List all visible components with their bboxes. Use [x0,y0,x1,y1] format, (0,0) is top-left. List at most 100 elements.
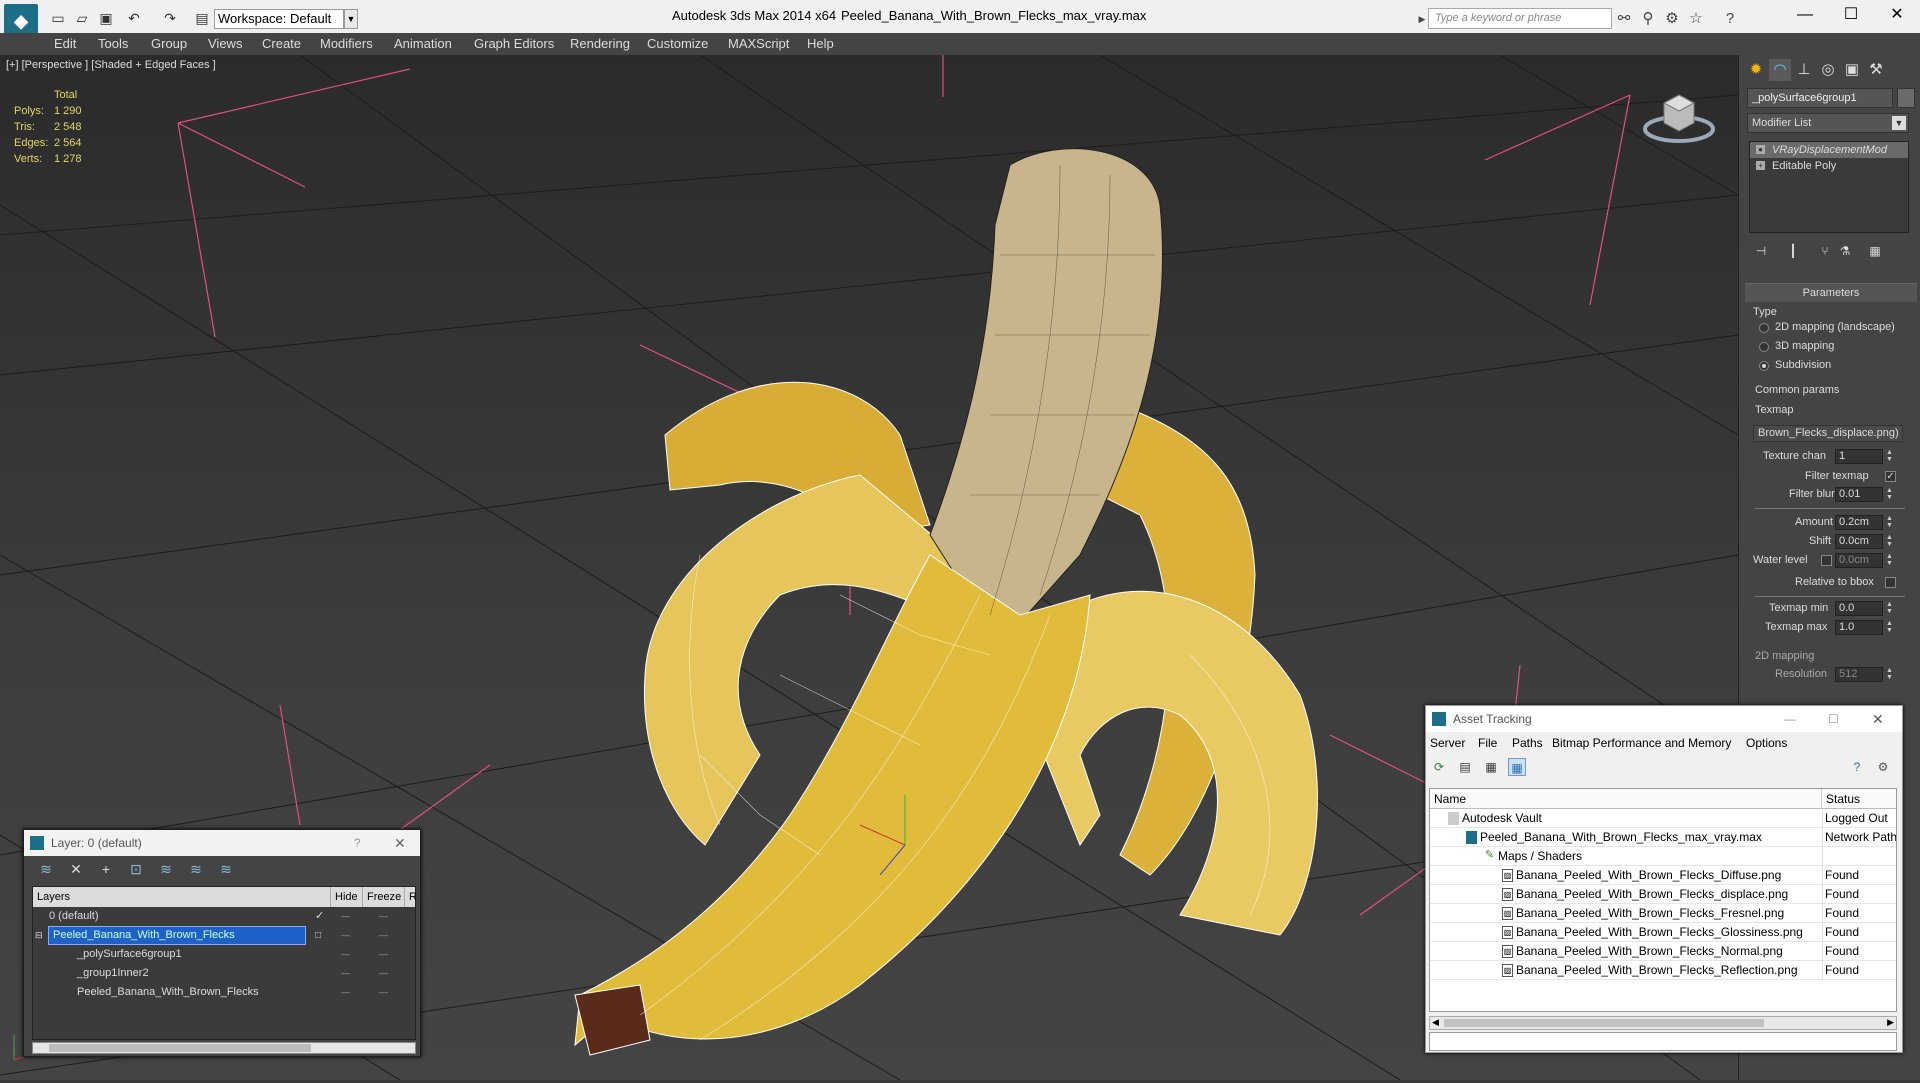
object-name-field[interactable]: _polySurface6group1 [1747,88,1893,108]
hierarchy-tab-icon[interactable]: ⊥ [1793,59,1815,81]
layer-row[interactable]: _polySurface6group1 — — [33,945,415,964]
menu-group[interactable]: Group [151,36,187,51]
object-name[interactable]: _group1Inner2 [73,965,149,982]
utilities-tab-icon[interactable]: ⚒ [1865,59,1887,81]
column-freeze[interactable]: Freeze [363,887,405,907]
asset-name[interactable]: ✎ Maps / Shaders [1484,847,1582,866]
asset-name[interactable]: ▨ Banana_Peeled_With_Brown_Flecks_Diffuse… [1502,866,1781,885]
hide-all-icon[interactable]: ≋ [186,860,206,878]
configure-sets-icon[interactable]: ▦ [1865,241,1885,261]
object-name[interactable]: Peeled_Banana_With_Brown_Flecks [73,984,259,1001]
asset-name[interactable]: ▨ Banana_Peeled_With_Brown_Flecks_Normal.… [1502,942,1783,961]
modify-tab-icon[interactable]: ◠ [1769,59,1791,81]
column-status[interactable]: Status [1822,789,1896,809]
help-icon[interactable]: ? [1848,758,1866,776]
binoculars-icon[interactable]: ⚯ [1614,9,1634,29]
menu-paths[interactable]: Paths [1512,736,1543,750]
banana-model[interactable] [574,148,1318,1056]
close-button[interactable]: ✕ [1874,0,1920,30]
community-icon[interactable]: ⚙ [1662,9,1682,29]
hide-toggle[interactable]: — [341,926,350,945]
horizontal-scrollbar[interactable]: ◀ ▶ [1429,1016,1897,1030]
modifier-list-dropdown[interactable]: Modifier List ▼ [1747,113,1909,133]
asset-name[interactable]: Peeled_Banana_With_Brown_Flecks_max_vray… [1466,828,1762,847]
freeze-toggle[interactable]: — [379,945,388,964]
pin-stack-icon[interactable]: ⊣ [1751,241,1771,261]
hide-toggle[interactable]: — [341,964,350,983]
menu-modifiers[interactable]: Modifiers [320,36,373,51]
table-view-icon[interactable]: ▦ [1508,758,1526,776]
maximize-button[interactable]: ☐ [1828,706,1839,732]
display-tab-icon[interactable]: ▣ [1841,59,1863,81]
asset-path-field[interactable] [1429,1032,1897,1051]
help-button[interactable]: ? [354,830,361,856]
viewport-label[interactable]: [+] [Perspective ] [Shaded + Edged Faces… [6,59,216,71]
menu-graph-editors[interactable]: Graph Editors [474,36,554,51]
object-color-swatch[interactable] [1897,88,1915,108]
menu-maxscript[interactable]: MAXScript [728,36,789,51]
remove-modifier-icon[interactable]: ⚗ [1835,241,1855,261]
select-objects-icon[interactable]: ⊡ [126,860,146,878]
spinner-arrows-icon[interactable]: ▲ ▼ [1885,449,1894,464]
layer-name[interactable]: 0 (default) [45,908,99,925]
undo-icon[interactable]: ↶ [124,9,144,27]
asset-name[interactable]: Autodesk Vault [1448,809,1542,828]
horizontal-scrollbar[interactable] [32,1042,416,1054]
search-icon[interactable]: ⚲ [1638,9,1658,29]
close-button[interactable]: ✕ [1872,706,1884,732]
asset-name[interactable]: ▨ Banana_Peeled_With_Brown_Flecks_Glossin… [1502,923,1803,942]
asset-window-titlebar[interactable]: Asset Tracking — ☐ ✕ [1426,706,1902,732]
hide-toggle[interactable]: — [341,983,350,1002]
hide-toggle[interactable]: — [341,945,350,964]
redo-icon[interactable]: ↷ [160,9,180,27]
menu-customize[interactable]: Customize [647,36,708,51]
menu-rendering[interactable]: Rendering [570,36,630,51]
asset-row[interactable]: ✎ Maps / Shaders [1430,847,1896,866]
expand-plus-icon[interactable]: + [1756,161,1765,170]
asset-row[interactable]: ▨ Banana_Peeled_With_Brown_Flecks_displac… [1430,885,1896,904]
radio-2d-mapping[interactable] [1759,323,1769,333]
settings-icon[interactable]: ⚙ [1874,758,1892,776]
stack-item-editable-poly[interactable]: + Editable Poly [1750,158,1908,174]
stack-item-vray-displacement[interactable]: ● VRayDisplacementMod [1750,142,1908,158]
save-icon[interactable]: ▣ [96,9,116,27]
search-input[interactable]: Type a keyword or phrase [1428,8,1612,29]
radio-3d-mapping[interactable] [1759,342,1769,352]
chevron-down-icon[interactable]: ▼ [344,9,358,29]
list-view-icon[interactable]: ▤ [1456,758,1474,776]
menu-server[interactable]: Server [1430,736,1465,750]
menu-animation[interactable]: Animation [394,36,452,51]
asset-name[interactable]: ▨ Banana_Peeled_With_Brown_Flecks_displac… [1502,885,1788,904]
asset-row[interactable]: Peeled_Banana_With_Brown_Flecks_max_vray… [1430,828,1896,847]
column-layers[interactable]: Layers [33,887,331,907]
filter-texmap-checkbox[interactable]: ✓ [1885,471,1896,482]
object-name[interactable]: _polySurface6group1 [73,946,182,963]
asset-row[interactable]: ▨ Banana_Peeled_With_Brown_Flecks_Reflect… [1430,961,1896,980]
relative-bbox-checkbox[interactable] [1885,577,1896,588]
scroll-left-icon[interactable]: ◀ [1432,1017,1439,1028]
layer-row[interactable]: _group1Inner2 — — [33,964,415,983]
asset-row[interactable]: ▨ Banana_Peeled_With_Brown_Flecks_Fresnel… [1430,904,1896,923]
filter-blur-spinner[interactable]: 0.01 [1835,487,1883,502]
menu-options[interactable]: Options [1746,736,1787,750]
column-hide[interactable]: Hide [331,887,363,907]
make-unique-icon[interactable]: ⑂ [1815,241,1835,261]
create-layer-icon[interactable]: ≋ [36,860,56,878]
collapse-icon[interactable]: ⊟ [35,926,43,945]
new-file-icon[interactable]: ▭ [48,9,68,27]
menu-help[interactable]: Help [807,36,834,51]
column-render[interactable]: R [405,887,417,907]
workspace-dropdown[interactable]: Workspace: Default [214,9,344,29]
parameters-title[interactable]: Parameters [1745,284,1917,302]
freeze-toggle[interactable]: — [379,983,388,1002]
layer-name[interactable]: Peeled_Banana_With_Brown_Flecks [48,926,306,945]
project-folder-icon[interactable]: ▤ [192,9,212,27]
light-bulb-icon[interactable]: ● [1756,145,1765,154]
asset-name[interactable]: ▨ Banana_Peeled_With_Brown_Flecks_Fresnel… [1502,904,1784,923]
spinner-arrows-icon[interactable]: ▲ ▼ [1885,487,1894,502]
menu-create[interactable]: Create [262,36,301,51]
set-active-icon[interactable]: □ [315,926,321,945]
menu-views[interactable]: Views [208,36,242,51]
star-icon[interactable]: ☆ [1686,9,1706,29]
layer-window-titlebar[interactable]: Layer: 0 (default) ? ✕ [24,830,420,856]
